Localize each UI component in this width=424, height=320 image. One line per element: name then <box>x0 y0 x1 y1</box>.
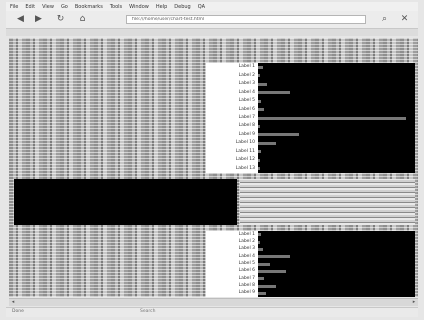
bar <box>258 291 266 295</box>
bar-label: Label 7 <box>238 115 255 120</box>
chart-top-label-column: Label 1 Label 2 Label 3 Label 4 Label 5 Label… <box>206 63 258 173</box>
bar <box>258 124 260 128</box>
status-center-text: Search <box>140 309 156 314</box>
noise-area <box>240 179 415 225</box>
browser-window: File Edit View Go Bookmarks Tools Window… <box>0 0 424 320</box>
reload-icon[interactable]: ↻ <box>54 13 67 25</box>
menu-go[interactable]: Go <box>61 4 68 10</box>
bar-label: Label 5 <box>238 261 255 266</box>
scroll-left-icon[interactable]: ◂ <box>9 299 17 306</box>
bar-label: Label 3 <box>238 246 255 252</box>
bar-label: Label 4 <box>238 253 255 259</box>
forward-icon[interactable]: ▶ <box>32 13 45 25</box>
menu-window[interactable]: Window <box>129 4 149 10</box>
bar <box>258 74 260 78</box>
bar <box>258 141 277 145</box>
bookmarks-bar <box>6 29 418 36</box>
bar-label: Label 5 <box>238 98 255 104</box>
bar <box>258 269 286 273</box>
home-icon[interactable]: ⌂ <box>76 13 89 25</box>
bar-label: Label 8 <box>238 123 255 129</box>
search-icon[interactable]: ⌕ <box>378 13 391 25</box>
bar <box>258 233 262 237</box>
menu-bar: File Edit View Go Bookmarks Tools Window… <box>6 2 418 11</box>
bar <box>258 284 277 288</box>
url-bar[interactable]: file:///home/user/chart-test.html <box>126 15 366 24</box>
bar-label: Label 12 <box>235 157 255 163</box>
bar-label: Label 9 <box>238 290 255 296</box>
menu-file[interactable]: File <box>10 4 18 10</box>
chart-panel-bottom: Label 1 Label 2 Label 3 Label 4 Label 5 Label… <box>206 231 415 297</box>
navigation-toolbar: ◀ ▶ ↻ ⌂ file:///home/user/chart-test.htm… <box>6 11 418 29</box>
bar-label: Label 9 <box>238 131 255 137</box>
bar-label: Label 3 <box>238 81 255 87</box>
menu-help[interactable]: Help <box>156 4 167 10</box>
menu-debug[interactable]: Debug <box>174 4 190 10</box>
bar <box>258 99 262 103</box>
scroll-right-icon[interactable]: ▸ <box>410 299 418 306</box>
menu-tools[interactable]: Tools <box>110 4 122 10</box>
bar <box>258 91 291 95</box>
bar <box>258 116 407 120</box>
bar-label: Label 11 <box>235 148 255 154</box>
page-content: Label 1 Label 2 Label 3 Label 4 Label 5 Label… <box>9 38 418 297</box>
menu-view[interactable]: View <box>42 4 54 10</box>
status-bar: Done Search <box>6 307 418 317</box>
bar <box>258 255 291 259</box>
bar-label: Label 8 <box>238 283 255 288</box>
bar-label: Label 6 <box>238 106 255 112</box>
bar <box>258 167 260 171</box>
menu-edit[interactable]: Edit <box>25 4 35 10</box>
bar <box>258 158 260 162</box>
bar-label: Label 2 <box>238 239 255 244</box>
bar <box>258 150 262 154</box>
status-text: Done <box>12 309 24 314</box>
stop-icon[interactable]: ✕ <box>398 13 411 25</box>
bar-label: Label 4 <box>238 89 255 95</box>
bar <box>258 65 263 69</box>
menu-bookmarks[interactable]: Bookmarks <box>75 4 103 10</box>
bar-label: Label 7 <box>238 275 255 281</box>
black-block <box>14 179 237 225</box>
back-icon[interactable]: ◀ <box>14 13 27 25</box>
horizontal-scrollbar[interactable]: ◂ ▸ <box>9 298 418 306</box>
bar <box>258 108 265 112</box>
chart-bottom-label-column: Label 1 Label 2 Label 3 Label 4 Label 5 Label… <box>206 231 258 297</box>
bar <box>258 277 265 281</box>
bar-label: Label 10 <box>235 140 255 146</box>
bar-label: Label 1 <box>238 231 255 237</box>
bar-label: Label 13 <box>235 165 255 171</box>
url-text: file:///home/user/chart-test.html <box>132 17 205 22</box>
bar <box>258 133 300 137</box>
chart-panel-top: Label 1 Label 2 Label 3 Label 4 Label 5 Label… <box>206 63 415 173</box>
bar-label: Label 2 <box>238 72 255 78</box>
bar <box>258 247 263 251</box>
bar <box>258 240 260 244</box>
bar-label: Label 1 <box>238 64 255 70</box>
bar <box>258 82 268 86</box>
bar <box>258 262 271 266</box>
menu-qa[interactable]: QA <box>198 4 205 10</box>
bar-label: Label 6 <box>238 268 255 274</box>
